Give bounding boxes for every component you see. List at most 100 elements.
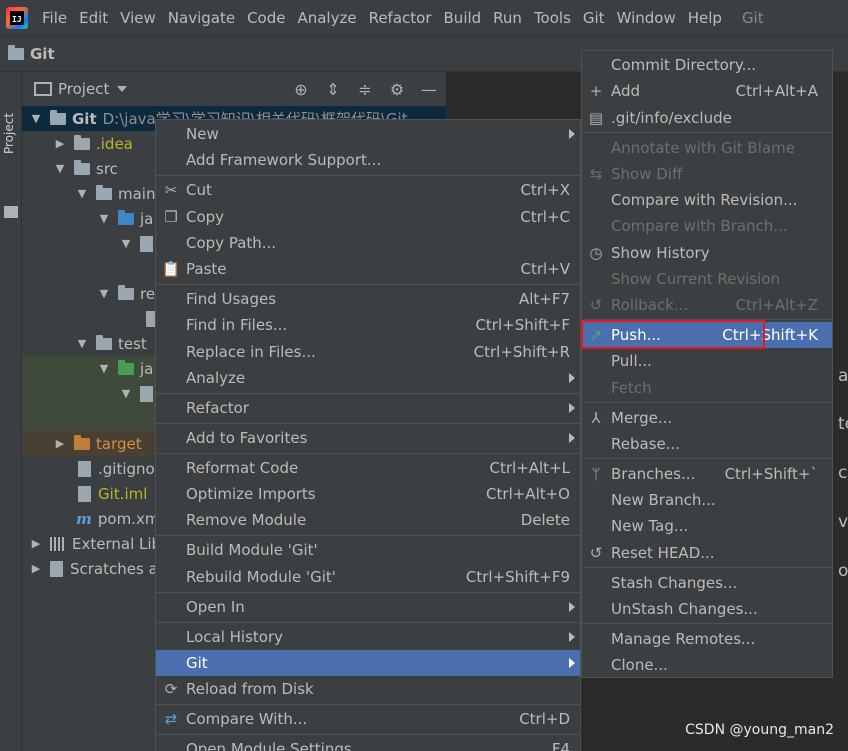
- chevron-right-icon[interactable]: ▶: [28, 562, 44, 575]
- menu-item-stash-changes[interactable]: Stash Changes...: [582, 570, 832, 596]
- minimize-icon[interactable]: —: [418, 78, 440, 100]
- chevron-down-icon[interactable]: ▼: [96, 362, 112, 375]
- resources-folder-icon: [118, 284, 134, 300]
- file-icon: [78, 460, 91, 477]
- menu-item-reload-from-disk[interactable]: ⟳ Reload from Disk: [156, 676, 580, 702]
- panel-title[interactable]: Project: [58, 80, 109, 98]
- menu-item-cut[interactable]: ✂ Cut Ctrl+X: [156, 177, 580, 203]
- menu-item-refactor[interactable]: Refactor: [156, 395, 580, 421]
- menu-item-merge[interactable]: ⅄ Merge...: [582, 405, 832, 431]
- menu-window[interactable]: Window: [611, 9, 682, 27]
- menu-item-manage-remotes[interactable]: Manage Remotes...: [582, 626, 832, 652]
- expand-all-icon[interactable]: ⇕: [322, 78, 344, 100]
- chevron-down-icon[interactable]: ▼: [52, 162, 68, 175]
- menu-help[interactable]: Help: [682, 9, 728, 27]
- chevron-right-icon[interactable]: ▶: [52, 437, 68, 450]
- menu-item-clone[interactable]: Clone...: [582, 652, 832, 678]
- menu-item-new[interactable]: New: [156, 121, 580, 147]
- tree-label: ja: [140, 209, 154, 228]
- menu-view[interactable]: View: [114, 9, 162, 27]
- menu-separator: [582, 623, 832, 624]
- menu-item-label: Reload from Disk: [186, 680, 314, 698]
- menu-run[interactable]: Run: [487, 9, 528, 27]
- menu-item-git[interactable]: Git: [156, 650, 580, 676]
- menu-item-pull[interactable]: Pull...: [582, 348, 832, 374]
- chevron-down-icon[interactable]: ▼: [118, 387, 134, 400]
- tree-label: ja: [140, 359, 154, 378]
- tree-label: src: [96, 159, 118, 178]
- menu-analyze[interactable]: Analyze: [291, 9, 362, 27]
- menu-separator: [156, 423, 580, 424]
- menu-item-paste[interactable]: 📋 Paste Ctrl+V: [156, 256, 580, 282]
- chevron-down-icon[interactable]: ▼: [96, 212, 112, 225]
- menu-item-shortcut: Ctrl+Shift+`: [724, 465, 818, 483]
- menu-item-remove-module[interactable]: Remove Module Delete: [156, 507, 580, 533]
- menu-item-optimize-imports[interactable]: Optimize Imports Ctrl+Alt+O: [156, 481, 580, 507]
- menu-item-rebase[interactable]: Rebase...: [582, 431, 832, 457]
- menu-item-reformat-code[interactable]: Reformat Code Ctrl+Alt+L: [156, 455, 580, 481]
- menu-edit[interactable]: Edit: [73, 9, 114, 27]
- menu-item-show-diff: ⇆ Show Diff: [582, 161, 832, 187]
- chevron-down-icon[interactable]: [117, 86, 128, 92]
- chevron-right-icon[interactable]: ▶: [52, 137, 68, 150]
- menu-navigate[interactable]: Navigate: [162, 9, 241, 27]
- chevron-down-icon[interactable]: ▼: [74, 337, 90, 350]
- editor-text: ce: [838, 463, 848, 483]
- menu-git[interactable]: Git: [577, 9, 611, 27]
- menu-item-open-in[interactable]: Open In: [156, 594, 580, 620]
- menu-item-copy-path[interactable]: Copy Path...: [156, 230, 580, 256]
- collapse-all-icon[interactable]: ≑: [354, 78, 376, 100]
- menu-item-new-branch[interactable]: New Branch...: [582, 487, 832, 513]
- copy-icon: ❐: [164, 208, 178, 226]
- library-icon: [50, 536, 66, 551]
- menu-item-shortcut: Alt+F7: [518, 290, 570, 308]
- gear-icon[interactable]: ⚙: [386, 78, 408, 100]
- menu-item-build-module[interactable]: Build Module 'Git': [156, 537, 580, 563]
- menu-item-rebuild-module[interactable]: Rebuild Module 'Git' Ctrl+Shift+F9: [156, 564, 580, 590]
- menu-item-copy[interactable]: ❐ Copy Ctrl+C: [156, 204, 580, 230]
- menu-item-replace-in-files[interactable]: Replace in Files... Ctrl+Shift+R: [156, 339, 580, 365]
- chevron-down-icon[interactable]: ▼: [74, 187, 90, 200]
- menu-item-find-in-files[interactable]: Find in Files... Ctrl+Shift+F: [156, 312, 580, 338]
- push-highlight-box: [581, 320, 765, 349]
- menu-build[interactable]: Build: [438, 9, 488, 27]
- locate-icon[interactable]: ⊕: [290, 78, 312, 100]
- menu-item-analyze[interactable]: Analyze: [156, 365, 580, 391]
- menu-item-show-history[interactable]: ◷ Show History: [582, 240, 832, 266]
- project-tool-tab[interactable]: Project: [2, 113, 16, 154]
- menu-item-add[interactable]: + Add Ctrl+Alt+A: [582, 78, 832, 104]
- menu-item-label: Open In: [186, 598, 245, 616]
- menu-item-local-history[interactable]: Local History: [156, 624, 580, 650]
- menu-item-label: Reformat Code: [186, 459, 299, 477]
- menu-item-compare-with[interactable]: ⇄ Compare With... Ctrl+D: [156, 706, 580, 732]
- menu-item-label: Clone...: [611, 656, 668, 674]
- chevron-down-icon[interactable]: ▼: [96, 287, 112, 300]
- menu-item-open-module-settings[interactable]: Open Module Settings F4: [156, 736, 580, 751]
- menu-item-branches[interactable]: ᛘ Branches... Ctrl+Shift+`: [582, 461, 832, 487]
- menu-item-new-tag[interactable]: New Tag...: [582, 513, 832, 539]
- menu-item-add-framework-support[interactable]: Add Framework Support...: [156, 147, 580, 173]
- menu-refactor[interactable]: Refactor: [363, 9, 438, 27]
- menu-item-find-usages[interactable]: Find Usages Alt+F7: [156, 286, 580, 312]
- git-submenu: Commit Directory... + Add Ctrl+Alt+A ▤ .git…: [581, 50, 833, 678]
- menu-item-compare-with-revision[interactable]: Compare with Revision...: [582, 187, 832, 213]
- menu-item-unstash-changes[interactable]: UnStash Changes...: [582, 596, 832, 622]
- menu-item-label: Build Module 'Git': [186, 541, 318, 559]
- menu-item-commit-directory[interactable]: Commit Directory...: [582, 52, 832, 78]
- menu-item-git-exclude[interactable]: ▤ .git/info/exclude: [582, 105, 832, 131]
- chevron-right-icon[interactable]: ▶: [28, 537, 44, 550]
- clock-icon: ◷: [589, 244, 603, 262]
- menu-file[interactable]: File: [36, 9, 73, 27]
- menu-tools[interactable]: Tools: [528, 9, 577, 27]
- chevron-down-icon[interactable]: ▼: [118, 237, 134, 250]
- chevron-down-icon[interactable]: ▼: [28, 112, 44, 125]
- breadcrumb[interactable]: Git: [30, 45, 55, 63]
- menu-code[interactable]: Code: [241, 9, 291, 27]
- folder-icon: [96, 184, 112, 200]
- menu-item-reset-head[interactable]: ↺ Reset HEAD...: [582, 540, 832, 566]
- chevron-right-icon: [569, 129, 575, 139]
- menu-bar: IJ File Edit View Navigate Code Analyze …: [0, 0, 848, 36]
- editor-text: ar: [838, 366, 848, 386]
- menu-item-rollback: ↺ Rollback... Ctrl+Alt+Z: [582, 292, 832, 318]
- menu-item-add-to-favorites[interactable]: Add to Favorites: [156, 425, 580, 451]
